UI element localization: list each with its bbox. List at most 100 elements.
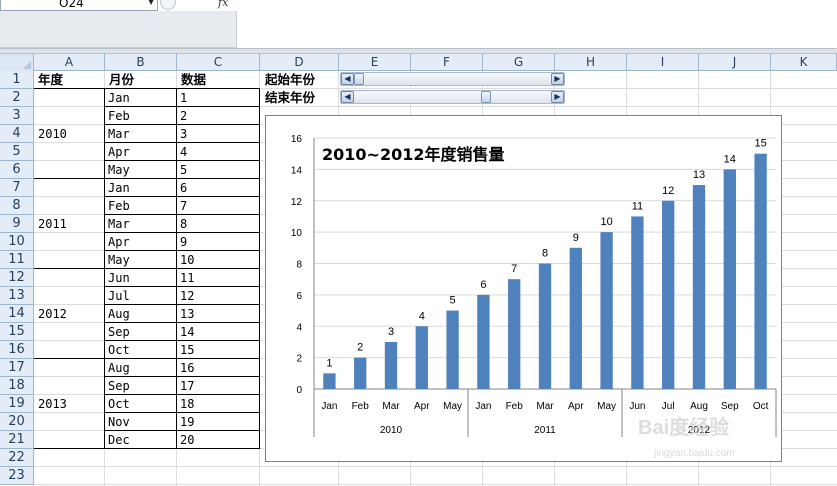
- row-header-6[interactable]: 6: [0, 161, 34, 179]
- value-cell[interactable]: 6: [178, 179, 258, 197]
- select-all-button[interactable]: [0, 54, 34, 71]
- column-header-k[interactable]: K: [771, 54, 837, 71]
- value-cell[interactable]: 12: [178, 287, 258, 305]
- value-cell[interactable]: 13: [178, 305, 258, 323]
- column-header-e[interactable]: E: [339, 54, 411, 71]
- year-cell[interactable]: 2011: [36, 215, 67, 233]
- value-cell[interactable]: 9: [178, 233, 258, 251]
- row-header-11[interactable]: 11: [0, 251, 34, 269]
- row-header-1[interactable]: 1: [0, 71, 34, 89]
- row-header-19[interactable]: 19: [0, 395, 34, 413]
- value-cell[interactable]: 5: [178, 161, 258, 179]
- end-year-scrollbar[interactable]: ◀ ▶: [340, 90, 565, 104]
- column-header-h[interactable]: H: [555, 54, 627, 71]
- row-header-23[interactable]: 23: [0, 467, 34, 485]
- month-cell[interactable]: Sep: [106, 377, 176, 395]
- year-cell[interactable]: 2013: [36, 395, 67, 413]
- row-header-3[interactable]: 3: [0, 107, 34, 125]
- row-header-5[interactable]: 5: [0, 143, 34, 161]
- month-cell[interactable]: Feb: [106, 107, 176, 125]
- name-box[interactable]: O24 ▼: [0, 0, 158, 11]
- month-cell[interactable]: Dec: [106, 431, 176, 449]
- month-cell[interactable]: Apr: [106, 143, 176, 161]
- month-cell[interactable]: Jun: [106, 269, 176, 287]
- month-cell[interactable]: May: [106, 251, 176, 269]
- insert-function-icon[interactable]: fx: [218, 0, 228, 9]
- value-cell[interactable]: 17: [178, 377, 258, 395]
- month-cell[interactable]: Mar: [106, 215, 176, 233]
- name-box-dropdown-icon[interactable]: ▼: [148, 0, 154, 6]
- scroll-right-icon[interactable]: ▶: [551, 73, 564, 85]
- scroll-left-icon[interactable]: ◀: [341, 73, 354, 85]
- header-month[interactable]: 月份: [107, 71, 175, 89]
- data-label: 10: [600, 216, 612, 228]
- column-header-g[interactable]: G: [483, 54, 555, 71]
- month-cell[interactable]: Oct: [106, 395, 176, 413]
- row-header-9[interactable]: 9: [0, 215, 34, 233]
- value-cell[interactable]: 15: [178, 341, 258, 359]
- value-cell[interactable]: 20: [178, 431, 258, 449]
- row-header-17[interactable]: 17: [0, 359, 34, 377]
- scroll-left-icon[interactable]: ◀: [341, 91, 354, 103]
- column-header-d[interactable]: D: [260, 54, 339, 71]
- value-cell[interactable]: 14: [178, 323, 258, 341]
- value-cell[interactable]: 2: [178, 107, 258, 125]
- end-year-label: 结束年份: [265, 90, 316, 105]
- row-header-14[interactable]: 14: [0, 305, 34, 323]
- chart-canvas: 0 2 4 6 8 10 12 14 16 1 Jan 2 Feb 3 Mar 4 Apr 5 May 6 Jan 7 Fe…: [291, 134, 777, 459]
- end-year-thumb[interactable]: [480, 91, 491, 103]
- month-cell[interactable]: Sep: [106, 323, 176, 341]
- month-cell[interactable]: Nov: [106, 413, 176, 431]
- column-header-c[interactable]: C: [177, 54, 260, 71]
- value-cell[interactable]: 1: [178, 89, 258, 107]
- scroll-right-icon[interactable]: ▶: [551, 91, 564, 103]
- row-header-16[interactable]: 16: [0, 341, 34, 359]
- month-cell[interactable]: Aug: [106, 305, 176, 323]
- sales-chart[interactable]: 0 2 4 6 8 10 12 14 16 1 Jan 2 Feb 3 Mar 4 Apr 5 May 6 Jan 7 Fe…: [265, 115, 782, 462]
- column-header-f[interactable]: F: [411, 54, 483, 71]
- month-cell[interactable]: Apr: [106, 233, 176, 251]
- month-cell[interactable]: Oct: [106, 341, 176, 359]
- row-header-21[interactable]: 21: [0, 431, 34, 449]
- row-header-12[interactable]: 12: [0, 269, 34, 287]
- value-cell[interactable]: 16: [178, 359, 258, 377]
- row-header-18[interactable]: 18: [0, 377, 34, 395]
- value-cell[interactable]: 11: [178, 269, 258, 287]
- value-cell[interactable]: 19: [178, 413, 258, 431]
- row-header-22[interactable]: 22: [0, 449, 34, 467]
- value-cell[interactable]: 7: [178, 197, 258, 215]
- column-header-a[interactable]: A: [34, 54, 105, 71]
- row-header-2[interactable]: 2: [0, 89, 34, 107]
- value-cell[interactable]: 4: [178, 143, 258, 161]
- row-header-10[interactable]: 10: [0, 233, 34, 251]
- month-cell[interactable]: May: [106, 161, 176, 179]
- data-label: 15: [754, 138, 766, 150]
- month-cell[interactable]: Mar: [106, 125, 176, 143]
- row-header-7[interactable]: 7: [0, 179, 34, 197]
- value-cell[interactable]: 3: [178, 125, 258, 143]
- month-cell[interactable]: Jan: [106, 179, 176, 197]
- year-cell[interactable]: 2012: [36, 305, 67, 323]
- value-cell[interactable]: 10: [178, 251, 258, 269]
- value-cell[interactable]: 8: [178, 215, 258, 233]
- column-header-bar: ABCDEFGHIJK: [0, 54, 837, 71]
- row-header-20[interactable]: 20: [0, 413, 34, 431]
- value-cell[interactable]: 18: [178, 395, 258, 413]
- column-header-b[interactable]: B: [105, 54, 177, 71]
- row-header-15[interactable]: 15: [0, 323, 34, 341]
- month-cell[interactable]: Jan: [106, 89, 176, 107]
- row-header-4[interactable]: 4: [0, 125, 34, 143]
- row-header-13[interactable]: 13: [0, 287, 34, 305]
- column-header-j[interactable]: J: [699, 54, 771, 71]
- year-cell[interactable]: 2010: [36, 125, 67, 143]
- header-data[interactable]: 数据: [179, 71, 257, 89]
- month-cell[interactable]: Aug: [106, 359, 176, 377]
- formula-cancel-icon[interactable]: [160, 0, 176, 10]
- header-year[interactable]: 年度: [36, 71, 104, 89]
- start-year-scrollbar[interactable]: ◀ ▶: [340, 72, 565, 86]
- start-year-thumb[interactable]: [354, 73, 364, 85]
- column-header-i[interactable]: I: [627, 54, 699, 71]
- month-cell[interactable]: Jul: [106, 287, 176, 305]
- month-cell[interactable]: Feb: [106, 197, 176, 215]
- row-header-8[interactable]: 8: [0, 197, 34, 215]
